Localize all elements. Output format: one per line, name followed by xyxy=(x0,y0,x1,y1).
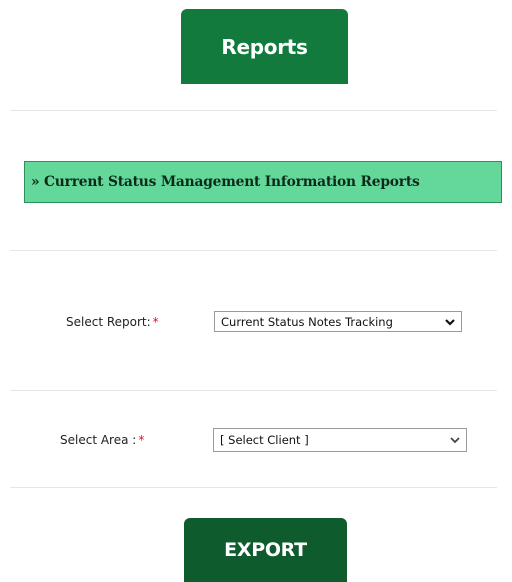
export-button-label: EXPORT xyxy=(224,539,307,561)
divider xyxy=(10,390,497,391)
select-report-dropdown[interactable]: Current Status Notes Tracking xyxy=(214,311,462,332)
reports-tab[interactable]: Reports xyxy=(181,9,348,84)
divider xyxy=(10,487,497,488)
chevron-down-icon xyxy=(445,318,455,326)
select-report-value: Current Status Notes Tracking xyxy=(221,314,393,329)
divider xyxy=(10,250,497,251)
divider xyxy=(10,110,497,111)
reports-tab-label: Reports xyxy=(221,34,308,59)
required-marker: * xyxy=(138,433,145,447)
export-button[interactable]: EXPORT xyxy=(184,518,347,582)
select-area-value: [ Select Client ] xyxy=(220,433,309,447)
required-marker: * xyxy=(152,315,159,329)
select-area-dropdown[interactable]: [ Select Client ] xyxy=(213,428,467,452)
select-area-label: Select Area : * xyxy=(60,433,145,447)
select-report-label: Select Report: * xyxy=(66,315,159,329)
section-title-banner: » Current Status Management Information … xyxy=(24,161,502,203)
chevron-down-icon xyxy=(450,437,460,444)
section-title: » Current Status Management Information … xyxy=(31,174,420,190)
